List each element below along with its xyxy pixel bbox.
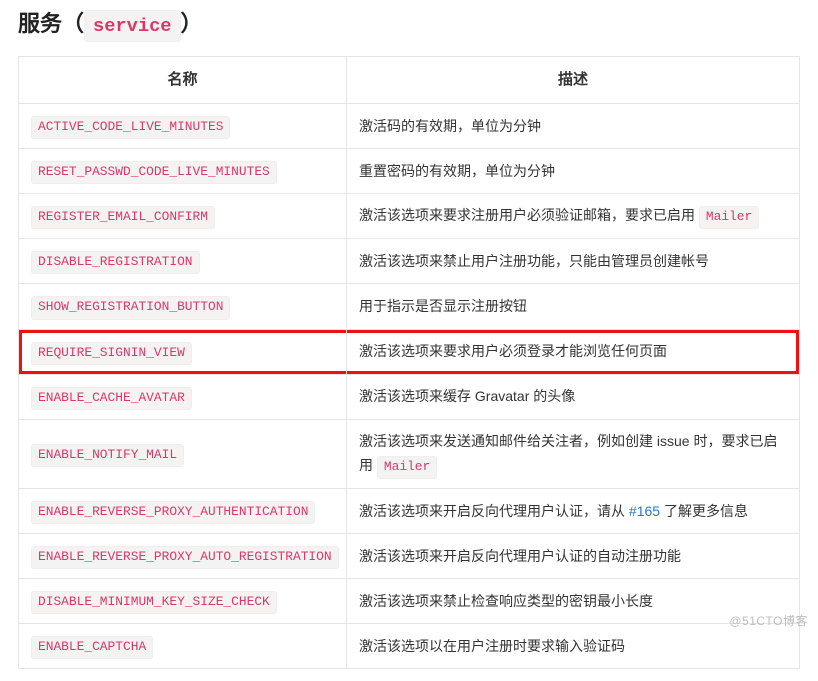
table-row: ACTIVE_CODE_LIVE_MINUTES 激活码的有效期，单位为分钟: [19, 104, 800, 149]
config-desc-cell: 激活该选项来缓存 Gravatar 的头像: [347, 374, 800, 419]
config-key: DISABLE_MINIMUM_KEY_SIZE_CHECK: [31, 591, 277, 614]
config-desc-cell: 重置密码的有效期，单位为分钟: [347, 149, 800, 194]
table-row: ENABLE_REVERSE_PROXY_AUTHENTICATION 激活该选项…: [19, 489, 800, 534]
config-name-cell: RESET_PASSWD_CODE_LIVE_MINUTES: [19, 149, 347, 194]
desc-text: 激活该选项来缓存 Gravatar 的头像: [359, 388, 575, 404]
config-name-cell: DISABLE_REGISTRATION: [19, 239, 347, 284]
desc-text: 激活该选项来开启反向代理用户认证，请从: [359, 503, 629, 519]
config-desc-cell: 激活码的有效期，单位为分钟: [347, 104, 800, 149]
config-key: REQUIRE_SIGNIN_VIEW: [31, 342, 192, 365]
config-key: ENABLE_REVERSE_PROXY_AUTHENTICATION: [31, 501, 315, 524]
table-row: REGISTER_EMAIL_CONFIRM 激活该选项来要求注册用户必须验证邮箱…: [19, 194, 800, 239]
desc-text: 激活码的有效期，单位为分钟: [359, 118, 541, 134]
config-key: RESET_PASSWD_CODE_LIVE_MINUTES: [31, 161, 277, 184]
desc-text: 激活该选项以在用户注册时要求输入验证码: [359, 638, 625, 654]
table-row: RESET_PASSWD_CODE_LIVE_MINUTES 重置密码的有效期，单…: [19, 149, 800, 194]
config-name-cell: REQUIRE_SIGNIN_VIEW: [19, 329, 347, 374]
config-name-cell: ACTIVE_CODE_LIVE_MINUTES: [19, 104, 347, 149]
config-desc-cell: 用于指示是否显示注册按钮: [347, 284, 800, 329]
config-desc-cell: 激活该选项来禁止检查响应类型的密钥最小长度: [347, 579, 800, 624]
config-desc-cell: 激活该选项来发送通知邮件给关注者，例如创建 issue 时，要求已启用 Mail…: [347, 419, 800, 489]
table-row: ENABLE_REVERSE_PROXY_AUTO_REGISTRATION 激活…: [19, 534, 800, 579]
inline-code: Mailer: [377, 456, 437, 479]
config-name-cell: ENABLE_CACHE_AVATAR: [19, 374, 347, 419]
col-header-desc: 描述: [347, 57, 800, 104]
desc-text: 激活该选项来禁止检查响应类型的密钥最小长度: [359, 593, 653, 609]
table-row: DISABLE_MINIMUM_KEY_SIZE_CHECK 激活该选项来禁止检查…: [19, 579, 800, 624]
config-name-cell: ENABLE_NOTIFY_MAIL: [19, 419, 347, 489]
heading-code: service: [84, 10, 181, 42]
issue-link[interactable]: #165: [629, 503, 660, 519]
config-key: ENABLE_REVERSE_PROXY_AUTO_REGISTRATION: [31, 546, 339, 569]
desc-text: 了解更多信息: [660, 503, 748, 519]
desc-text: 激活该选项来禁止用户注册功能，只能由管理员创建帐号: [359, 253, 709, 269]
config-table: 名称 描述 ACTIVE_CODE_LIVE_MINUTES 激活码的有效期，单位…: [18, 56, 800, 669]
desc-text: 激活该选项来要求注册用户必须验证邮箱，要求已启用: [359, 207, 699, 223]
config-desc-cell: 激活该选项来开启反向代理用户认证，请从 #165 了解更多信息: [347, 489, 800, 534]
desc-text: 激活该选项来要求用户必须登录才能浏览任何页面: [359, 343, 667, 359]
heading-suffix: ）: [181, 11, 203, 36]
table-row: ENABLE_CAPTCHA 激活该选项以在用户注册时要求输入验证码: [19, 624, 800, 669]
desc-text: 激活该选项来开启反向代理用户认证的自动注册功能: [359, 548, 681, 564]
table-row: REQUIRE_SIGNIN_VIEW 激活该选项来要求用户必须登录才能浏览任何页…: [19, 329, 800, 374]
config-desc-cell: 激活该选项来禁止用户注册功能，只能由管理员创建帐号: [347, 239, 800, 284]
config-desc-cell: 激活该选项来开启反向代理用户认证的自动注册功能: [347, 534, 800, 579]
desc-text: 重置密码的有效期，单位为分钟: [359, 163, 555, 179]
config-name-cell: ENABLE_REVERSE_PROXY_AUTO_REGISTRATION: [19, 534, 347, 579]
config-desc-cell: 激活该选项来要求注册用户必须验证邮箱，要求已启用 Mailer: [347, 194, 800, 239]
config-name-cell: ENABLE_REVERSE_PROXY_AUTHENTICATION: [19, 489, 347, 534]
config-desc-cell: 激活该选项来要求用户必须登录才能浏览任何页面: [347, 329, 800, 374]
config-desc-cell: 激活该选项以在用户注册时要求输入验证码: [347, 624, 800, 669]
heading-prefix: 服务（: [18, 11, 84, 36]
config-name-cell: DISABLE_MINIMUM_KEY_SIZE_CHECK: [19, 579, 347, 624]
config-name-cell: ENABLE_CAPTCHA: [19, 624, 347, 669]
config-name-cell: SHOW_REGISTRATION_BUTTON: [19, 284, 347, 329]
config-name-cell: REGISTER_EMAIL_CONFIRM: [19, 194, 347, 239]
inline-code: Mailer: [699, 206, 759, 229]
config-key: REGISTER_EMAIL_CONFIRM: [31, 206, 215, 229]
desc-text: 用于指示是否显示注册按钮: [359, 298, 527, 314]
config-key: SHOW_REGISTRATION_BUTTON: [31, 296, 230, 319]
col-header-name: 名称: [19, 57, 347, 104]
config-key: DISABLE_REGISTRATION: [31, 251, 200, 274]
config-key: ACTIVE_CODE_LIVE_MINUTES: [31, 116, 230, 139]
config-key: ENABLE_CAPTCHA: [31, 636, 153, 659]
table-row: ENABLE_NOTIFY_MAIL 激活该选项来发送通知邮件给关注者，例如创建 …: [19, 419, 800, 489]
section-heading: 服务（service）: [18, 6, 800, 42]
config-key: ENABLE_CACHE_AVATAR: [31, 387, 192, 410]
table-row: DISABLE_REGISTRATION 激活该选项来禁止用户注册功能，只能由管理…: [19, 239, 800, 284]
table-row: ENABLE_CACHE_AVATAR 激活该选项来缓存 Gravatar 的头像: [19, 374, 800, 419]
config-key: ENABLE_NOTIFY_MAIL: [31, 444, 184, 467]
table-row: SHOW_REGISTRATION_BUTTON 用于指示是否显示注册按钮: [19, 284, 800, 329]
